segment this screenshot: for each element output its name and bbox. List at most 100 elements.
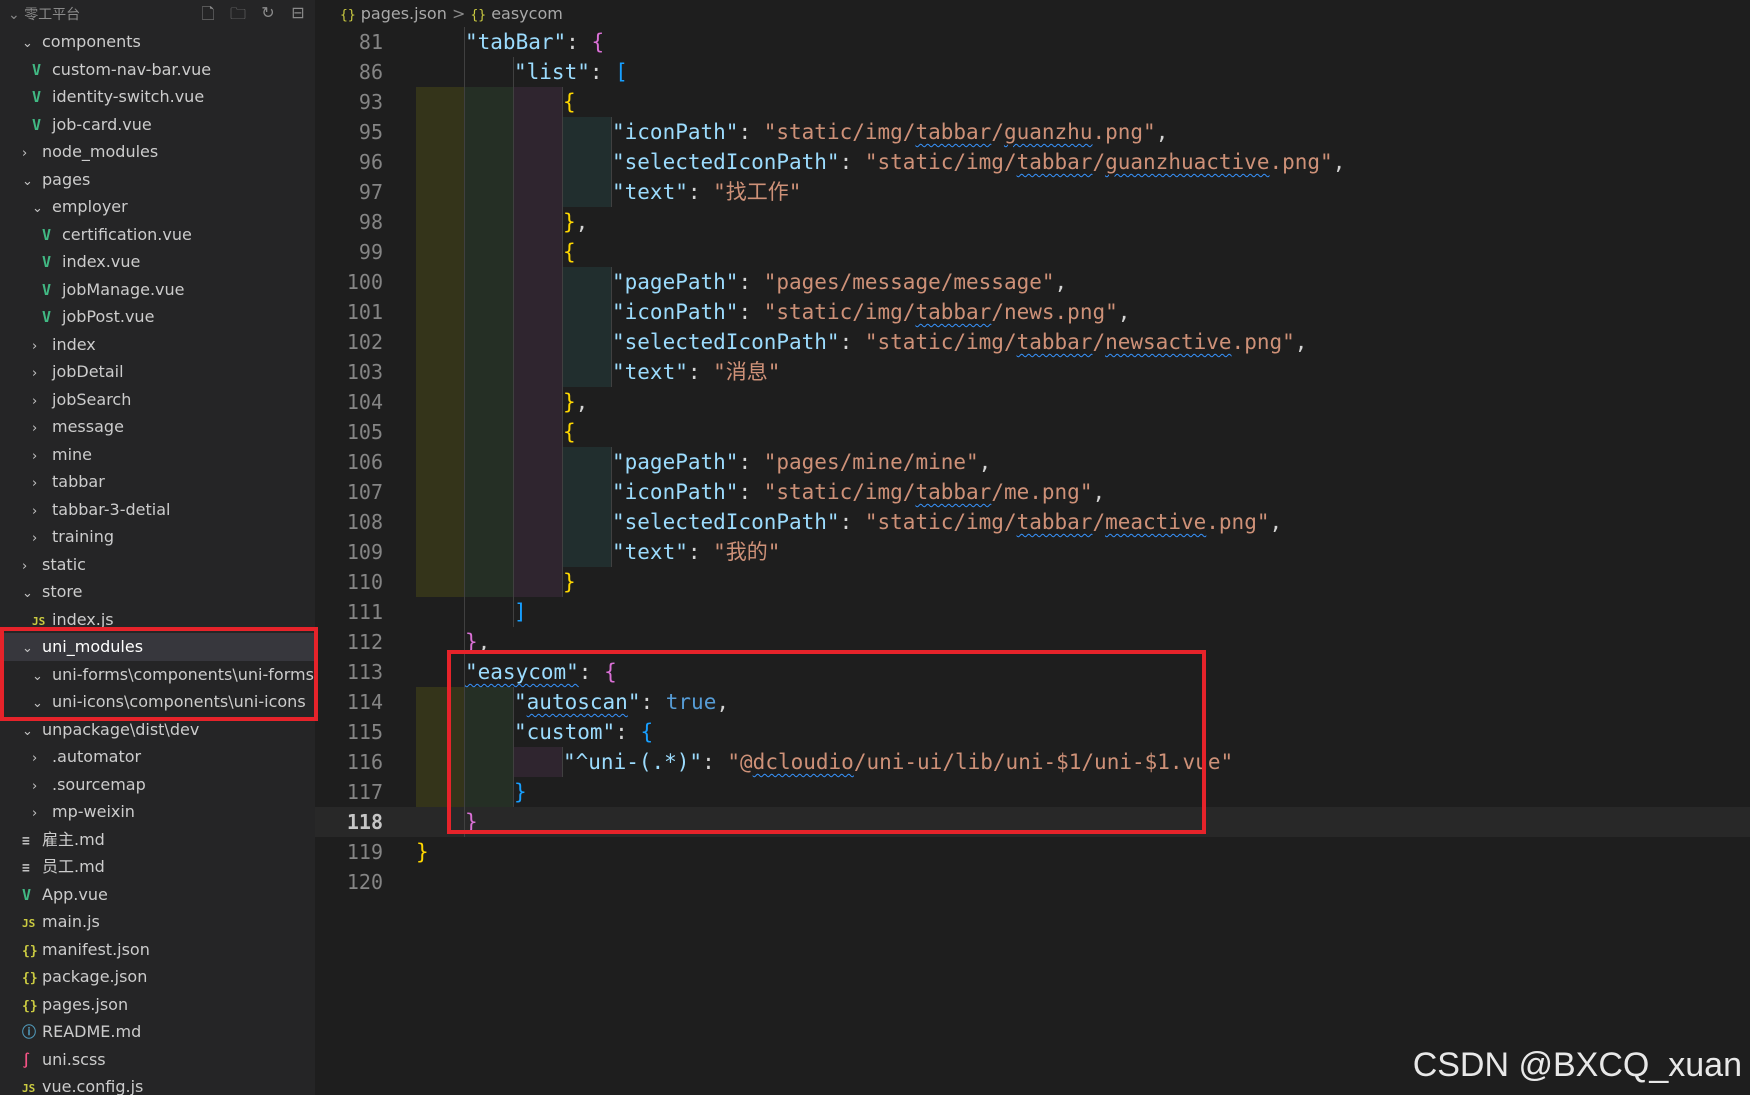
collapse-all-icon[interactable]: ⊟ (289, 3, 307, 30)
indent-guide-band (563, 477, 612, 507)
tree-file[interactable]: ∫ uni.scss (0, 1046, 315, 1074)
tree-folder[interactable]: › jobSearch (0, 386, 315, 414)
tree-item-label: node_modules (42, 142, 159, 161)
tree-file[interactable]: ≡ 雇主.md (0, 826, 315, 854)
tree-folder[interactable]: › node_modules (0, 138, 315, 166)
tree-file[interactable]: JS vue.config.js (0, 1073, 315, 1095)
tree-file[interactable]: V App.vue (0, 881, 315, 909)
tree-file[interactable]: Vjob-card.vue (0, 111, 315, 139)
indent-guide (513, 327, 514, 357)
tree-file[interactable]: VjobPost.vue (0, 303, 315, 331)
tree-folder[interactable]: › mp-weixin (0, 798, 315, 826)
tree-file[interactable]: Vindex.vue (0, 248, 315, 276)
explorer-actions: 🗋 🗀 ↻ ⊟ (199, 3, 307, 30)
indent-guide-band (514, 507, 563, 537)
code-line[interactable]: 113 "easycom": { (315, 657, 1750, 687)
tree-file[interactable]: {} manifest.json (0, 936, 315, 964)
code-line[interactable]: 110} (315, 567, 1750, 597)
indent-guide-band (563, 147, 612, 177)
indent-guide (513, 267, 514, 297)
tree-file[interactable]: VjobManage.vue (0, 276, 315, 304)
code-line[interactable]: 115 "custom": { (315, 717, 1750, 747)
code-line[interactable]: 86 "list": [ (315, 57, 1750, 87)
tree-file[interactable]: ≡ 员工.md (0, 853, 315, 881)
code-line[interactable]: 95 "iconPath": "static/img/tabbar/guanzhu… (315, 117, 1750, 147)
indent-guide (464, 117, 465, 147)
tree-folder[interactable]: ⌄ uni_modules (0, 633, 315, 661)
tree-folder[interactable]: ⌄ uni-icons\components\uni-icons (0, 688, 315, 716)
tree-folder[interactable]: ⌄ components (0, 28, 315, 56)
tree-folder[interactable]: › index (0, 331, 315, 359)
code-token: } (465, 630, 478, 654)
vue-file-icon: V (42, 308, 52, 326)
code-line[interactable]: 97 "text": "找工作" (315, 177, 1750, 207)
tree-folder[interactable]: ⌄ uni-forms\components\uni-forms (0, 661, 315, 689)
code-line[interactable]: 111] (315, 597, 1750, 627)
tree-file[interactable]: JS main.js (0, 908, 315, 936)
code-token: , (477, 630, 491, 654)
code-token: "text" (612, 360, 688, 384)
tree-folder[interactable]: › training (0, 523, 315, 551)
code-line[interactable]: 101 "iconPath": "static/img/tabbar/news.p… (315, 297, 1750, 327)
tree-item-label: jobManage.vue (62, 279, 185, 299)
code-line[interactable]: 107 "iconPath": "static/img/tabbar/me.png… (315, 477, 1750, 507)
code-line[interactable]: 112}, (315, 627, 1750, 657)
breadcrumb-symbol[interactable]: easycom (491, 4, 563, 23)
code-line[interactable]: 103 "text": "消息" (315, 357, 1750, 387)
code-line[interactable]: 116 "^uni-(.*)": "@dcloudio/uni-ui/lib/un… (315, 747, 1750, 777)
indent-guide-band (416, 297, 465, 327)
code-line[interactable]: 102 "selectedIconPath": "static/img/tabba… (315, 327, 1750, 357)
code-line[interactable]: 99 { (315, 237, 1750, 267)
code-line[interactable]: 100 "pagePath": "pages/message/message", (315, 267, 1750, 297)
line-number: 116 (346, 750, 383, 774)
tree-file[interactable]: {} pages.json (0, 991, 315, 1019)
tree-file[interactable]: Videntity-switch.vue (0, 83, 315, 111)
code-line[interactable]: 119} (315, 837, 1750, 867)
tree-folder[interactable]: › tabbar (0, 468, 315, 496)
tree-folder[interactable]: › static (0, 551, 315, 579)
new-file-icon[interactable]: 🗋 (199, 3, 217, 30)
tree-folder[interactable]: ⌄ store (0, 578, 315, 606)
code-line[interactable]: 93 { (315, 87, 1750, 117)
indent-guide-band (465, 777, 514, 807)
new-folder-icon[interactable]: 🗀 (229, 3, 247, 30)
tree-folder[interactable]: › .sourcemap (0, 771, 315, 799)
tree-folder[interactable]: › mine (0, 441, 315, 469)
code-line[interactable]: 108 "selectedIconPath": "static/img/tabba… (315, 507, 1750, 537)
line-number: 106 (346, 450, 383, 474)
indent-guide (464, 477, 465, 507)
code-line[interactable]: 109 "text": "我的" (315, 537, 1750, 567)
line-number: 110 (346, 570, 383, 594)
code-line[interactable]: 120 (315, 867, 1750, 897)
explorer-header: ⌄ 零工平台 🗋 🗀 ↻ ⊟ (0, 0, 315, 26)
line-number: 97 (358, 180, 383, 204)
tree-file[interactable]: ⓘ README.md (0, 1018, 315, 1046)
code-line[interactable]: 105 { (315, 417, 1750, 447)
code-line[interactable]: 117} (315, 777, 1750, 807)
code-line[interactable]: 96 "selectedIconPath": "static/img/tabbar… (315, 147, 1750, 177)
tree-folder[interactable]: › message (0, 413, 315, 441)
code-line[interactable]: 98}, (315, 207, 1750, 237)
tree-file[interactable]: JS index.js (0, 606, 315, 634)
tree-file[interactable]: Vcertification.vue (0, 221, 315, 249)
code-line[interactable]: 118} (315, 807, 1750, 837)
code-line[interactable]: 114 "autoscan": true, (315, 687, 1750, 717)
refresh-icon[interactable]: ↻ (259, 3, 277, 30)
tree-folder[interactable]: ⌄ unpackage\dist\dev (0, 716, 315, 744)
indent-guide-band (465, 447, 514, 477)
json-file-icon: {} (22, 943, 38, 959)
tree-folder[interactable]: ⌄ employer (0, 193, 315, 221)
tree-folder[interactable]: ⌄ pages (0, 166, 315, 194)
breadcrumb-file[interactable]: pages.json (361, 4, 447, 23)
tree-folder[interactable]: › .automator (0, 743, 315, 771)
code-line[interactable]: 104}, (315, 387, 1750, 417)
tree-folder[interactable]: › jobDetail (0, 358, 315, 386)
tree-folder[interactable]: › tabbar-3-detial (0, 496, 315, 524)
tree-file[interactable]: Vcustom-nav-bar.vue (0, 56, 315, 84)
tree-file[interactable]: {} package.json (0, 963, 315, 991)
code-line[interactable]: 106 "pagePath": "pages/mine/mine", (315, 447, 1750, 477)
code-editor[interactable]: {} pages.json > {} easycom 81 "tabBar": {… (315, 0, 1750, 1095)
explorer-title[interactable]: ⌄ 零工平台 (8, 4, 80, 24)
code-token: : (615, 720, 641, 744)
code-line[interactable]: 81 "tabBar": { (315, 27, 1750, 57)
